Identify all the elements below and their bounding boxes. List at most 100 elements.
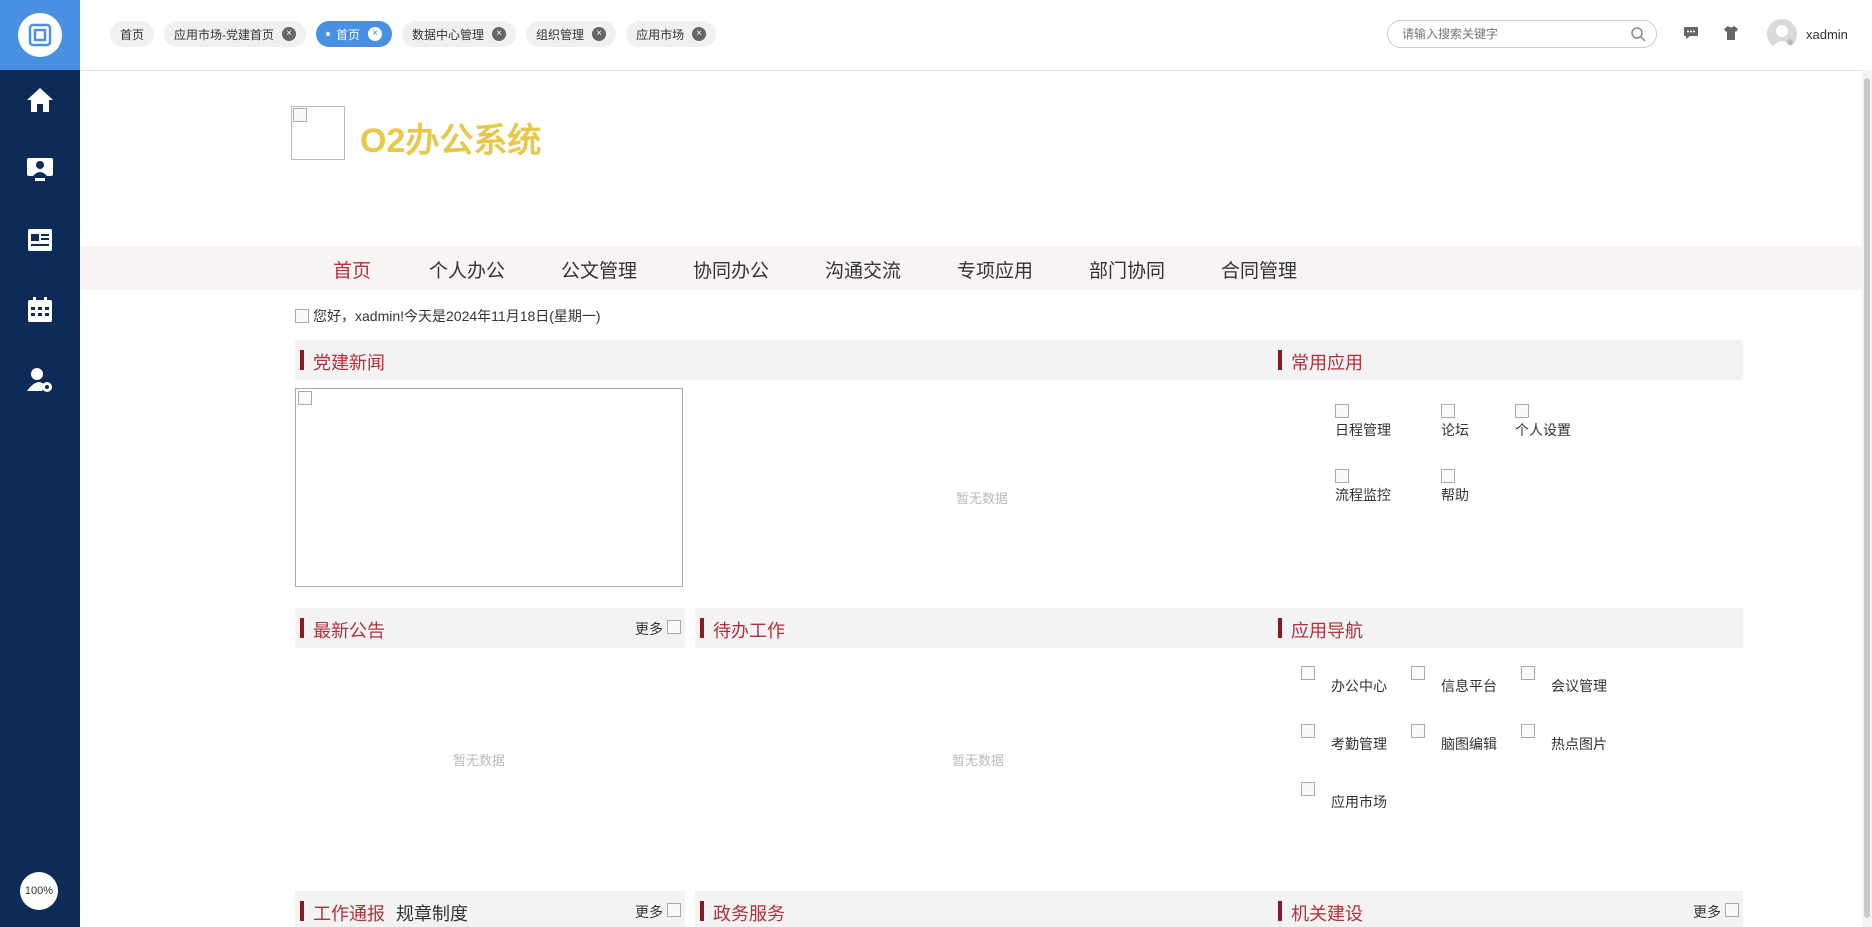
tab-app-market-party[interactable]: 应用市场-党建首页 × (164, 21, 307, 47)
tab-label: 应用市场-党建首页 (174, 27, 275, 42)
zoom-indicator[interactable]: 100% (20, 872, 58, 910)
app-personal-settings[interactable]: 个人设置 (1515, 404, 1571, 440)
message-icon[interactable] (1682, 24, 1700, 47)
more-arrow-icon[interactable] (1725, 903, 1739, 917)
broken-image-icon (1441, 404, 1455, 418)
tab-home[interactable]: 首页 (110, 21, 155, 47)
accent-bar (1278, 901, 1282, 921)
app-label: 日程管理 (1335, 422, 1391, 438)
close-icon[interactable]: × (592, 27, 607, 41)
panel-header-app-nav: 应用导航 (1273, 608, 1743, 648)
tab-label: 组织管理 (536, 27, 585, 42)
panel-header-org-building: 机关建设 更多 (1273, 891, 1743, 927)
app-label: 流程监控 (1335, 487, 1391, 503)
app-label: 脑图编辑 (1441, 736, 1497, 752)
search-input[interactable] (1400, 26, 1624, 42)
broken-image-icon (1521, 666, 1535, 680)
app-forum[interactable]: 论坛 (1441, 404, 1469, 440)
tab-home-active[interactable]: 首页 × (316, 21, 393, 47)
app-logo[interactable] (0, 0, 80, 70)
close-icon[interactable]: × (368, 27, 383, 41)
close-icon[interactable]: × (692, 27, 707, 41)
nav-item-communication[interactable]: 沟通交流 (825, 256, 901, 283)
broken-image-icon (1301, 782, 1315, 796)
app-schedule[interactable]: 日程管理 (1335, 404, 1391, 440)
panel-header-work-report: 工作通报 规章制度 更多 (295, 891, 685, 927)
tab-rules[interactable]: 规章制度 (396, 900, 468, 926)
app-process-monitor[interactable]: 流程监控 (1335, 469, 1391, 505)
close-icon[interactable]: × (282, 27, 297, 41)
tab-label: 应用市场 (636, 27, 685, 42)
nav-item-collab-office[interactable]: 协同办公 (693, 256, 769, 283)
home-icon[interactable] (22, 82, 58, 118)
broken-image-icon (1301, 666, 1315, 680)
app-label: 办公中心 (1331, 678, 1387, 694)
logo-icon (18, 13, 62, 57)
user-name[interactable]: xadmin (1806, 27, 1848, 42)
app-label: 个人设置 (1515, 422, 1571, 438)
brand-logo-image (291, 106, 345, 160)
nav-item-document-manage[interactable]: 公文管理 (561, 256, 637, 283)
more-arrow-icon[interactable] (667, 620, 681, 634)
more-link[interactable]: 更多 (635, 619, 663, 639)
close-icon[interactable]: × (492, 27, 507, 41)
tab-org-manage[interactable]: 组织管理 × (526, 21, 617, 47)
tab-bar: 首页 应用市场-党建首页 × 首页 × 数据中心管理 × 组织管理 × 应用市场 × (110, 21, 717, 47)
empty-text: 暂无数据 (453, 753, 506, 768)
broken-image-icon (298, 391, 312, 405)
accent-bar (700, 618, 704, 638)
vertical-scrollbar[interactable] (1862, 70, 1872, 927)
avatar[interactable] (1767, 19, 1797, 49)
tab-data-center[interactable]: 数据中心管理 × (402, 21, 517, 47)
greeting-bar: 您好，xadmin!今天是2024年11月18日(星期一) (295, 306, 601, 326)
panel-header-party-news: 党建新闻 更多 (295, 340, 1347, 380)
accent-bar (300, 350, 304, 370)
scrollbar-thumb[interactable] (1864, 78, 1870, 918)
panel-header-todo: 待办工作 更多 (695, 608, 1347, 648)
greeting-text: 您好，xadmin!今天是2024年11月18日(星期一) (313, 308, 601, 324)
broken-image-icon (1515, 404, 1529, 418)
app-label: 信息平台 (1441, 678, 1497, 694)
app-label: 热点图片 (1551, 736, 1607, 752)
panel-title[interactable]: 工作通报 (313, 900, 385, 926)
news-icon[interactable] (22, 222, 58, 258)
main-content: O2办公系统 首页 个人办公 公文管理 协同办公 沟通交流 专项应用 部门协同 … (80, 71, 1862, 927)
nav-item-dept-collab[interactable]: 部门协同 (1089, 256, 1165, 283)
monitor-user-icon[interactable] (22, 152, 58, 188)
app-label: 帮助 (1441, 487, 1469, 503)
broken-image-icon (1521, 724, 1535, 738)
more-link[interactable]: 更多 (1693, 902, 1721, 922)
accent-bar (300, 901, 304, 921)
app-label: 考勤管理 (1331, 736, 1387, 752)
tab-label: 首页 (120, 27, 145, 42)
user-settings-icon[interactable] (22, 362, 58, 398)
brand-title: O2办公系统 (360, 122, 542, 160)
panel-title: 应用导航 (1291, 621, 1363, 641)
panel-header-gov-service: 政务服务 更多 (695, 891, 1347, 927)
tab-app-market[interactable]: 应用市场 × (626, 21, 717, 47)
more-arrow-icon[interactable] (667, 903, 681, 917)
nav-item-home[interactable]: 首页 (333, 256, 371, 283)
accent-bar (1278, 350, 1282, 370)
top-bar: 首页 应用市场-党建首页 × 首页 × 数据中心管理 × 组织管理 × 应用市场 × xa… (80, 0, 1872, 71)
nav-item-contract-manage[interactable]: 合同管理 (1221, 256, 1297, 283)
news-image[interactable] (295, 388, 683, 587)
accent-bar (1278, 618, 1282, 638)
panel-title: 机关建设 (1291, 904, 1363, 924)
skin-icon[interactable] (1722, 24, 1740, 47)
panel-title: 最新公告 (313, 621, 385, 641)
panel-title: 政务服务 (713, 904, 785, 924)
search-box (1387, 20, 1657, 48)
app-label: 论坛 (1441, 422, 1469, 438)
tab-label: 数据中心管理 (412, 27, 485, 42)
app-help[interactable]: 帮助 (1441, 469, 1469, 505)
more-link[interactable]: 更多 (635, 902, 663, 922)
nav-item-special-apps[interactable]: 专项应用 (957, 256, 1033, 283)
broken-image-icon (1301, 724, 1315, 738)
panel-title: 常用应用 (1291, 353, 1363, 373)
app-label: 应用市场 (1331, 794, 1387, 810)
empty-text: 暂无数据 (956, 491, 1009, 506)
nav-item-personal-office[interactable]: 个人办公 (429, 256, 505, 283)
search-icon[interactable] (1630, 26, 1646, 47)
calendar-icon[interactable] (22, 292, 58, 328)
